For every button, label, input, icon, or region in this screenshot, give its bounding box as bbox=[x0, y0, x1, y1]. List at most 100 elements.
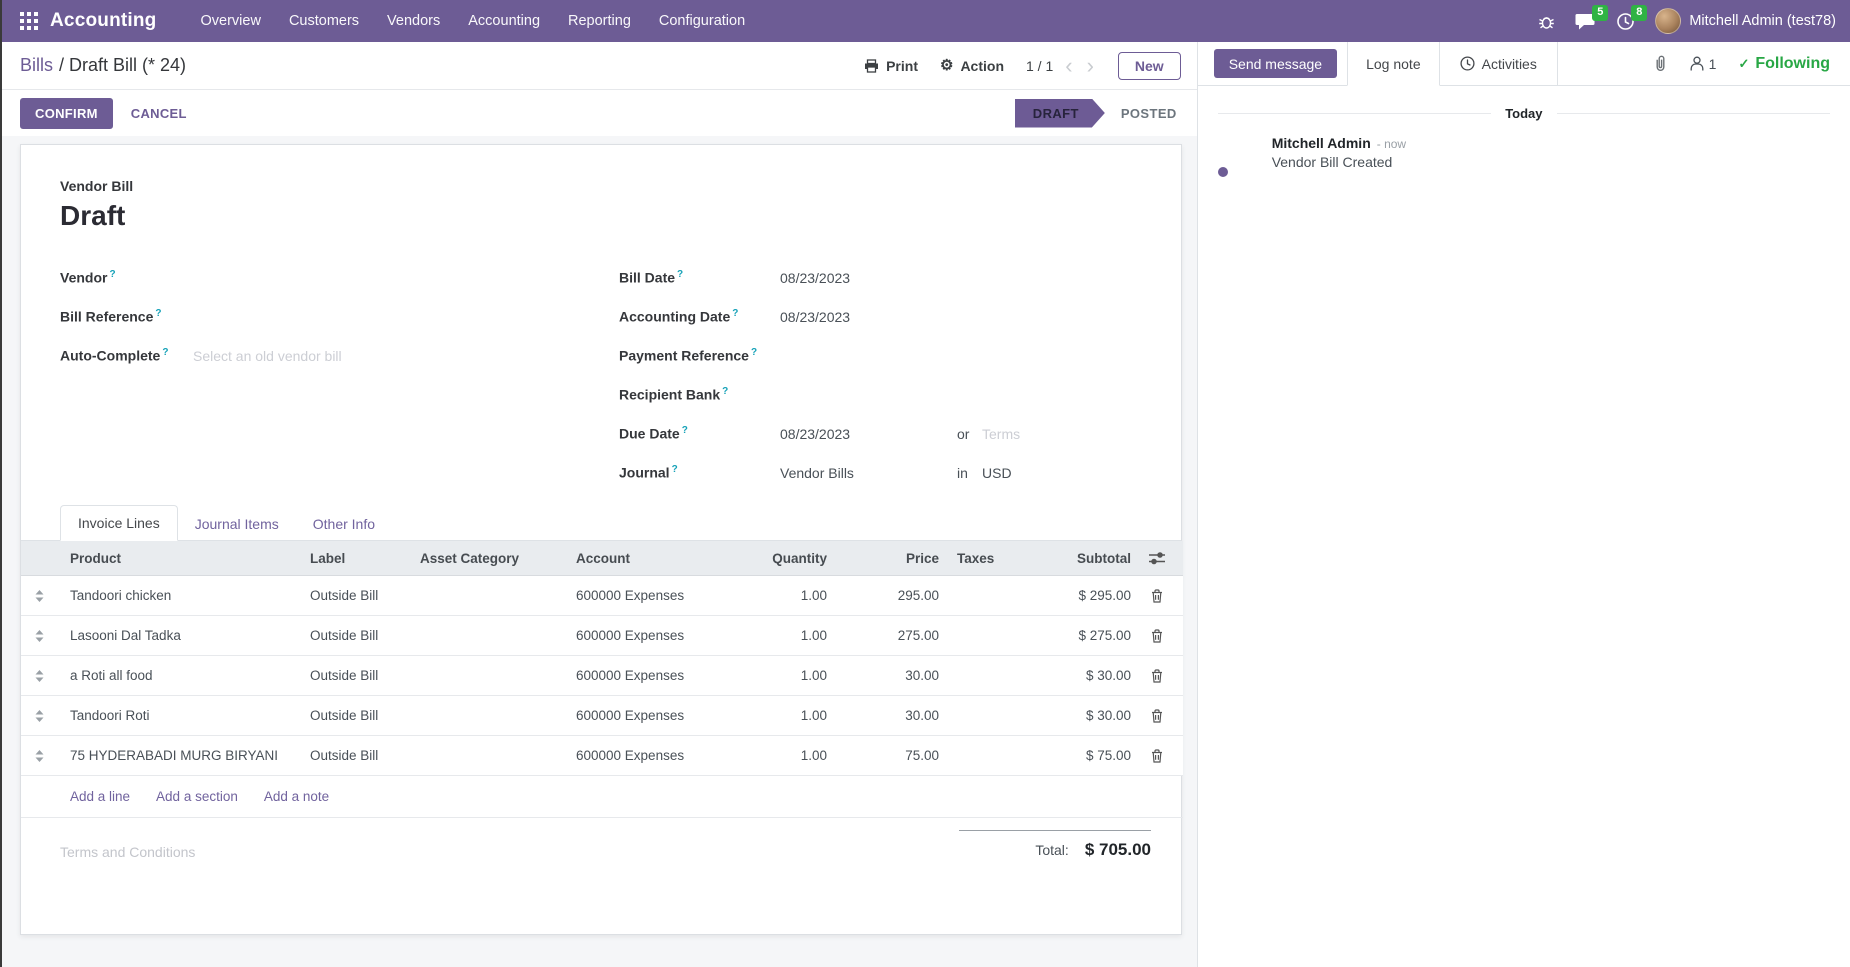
nav-item-configuration[interactable]: Configuration bbox=[645, 0, 759, 42]
delete-row-icon[interactable] bbox=[1131, 669, 1183, 683]
print-button[interactable]: Print bbox=[864, 58, 918, 74]
following-button[interactable]: ✓ Following bbox=[1738, 55, 1830, 73]
cell-account[interactable]: 600000 Expenses bbox=[576, 668, 726, 683]
help-icon[interactable]: ? bbox=[732, 308, 738, 319]
cell-product[interactable]: a Roti all food bbox=[58, 668, 310, 683]
col-product[interactable]: Product bbox=[58, 551, 310, 566]
table-row[interactable]: Tandoori Roti Outside Bill 600000 Expens… bbox=[21, 696, 1183, 736]
cell-product[interactable]: Tandoori chicken bbox=[58, 588, 310, 603]
cell-account[interactable]: 600000 Expenses bbox=[576, 628, 726, 643]
cell-price[interactable]: 75.00 bbox=[831, 748, 943, 763]
cell-quantity[interactable]: 1.00 bbox=[726, 628, 831, 643]
cell-product[interactable]: 75 HYDERABADI MURG BIRYANI bbox=[58, 748, 310, 763]
help-icon[interactable]: ? bbox=[162, 347, 168, 358]
col-quantity[interactable]: Quantity bbox=[726, 551, 831, 566]
apps-menu-icon[interactable] bbox=[8, 0, 50, 42]
action-button[interactable]: ⚙ Action bbox=[940, 58, 1004, 74]
cell-price[interactable]: 275.00 bbox=[831, 628, 943, 643]
nav-item-overview[interactable]: Overview bbox=[187, 0, 275, 42]
bill-date-field[interactable]: 08/23/2023 bbox=[780, 270, 957, 286]
cell-label[interactable]: Outside Bill bbox=[310, 668, 420, 683]
help-icon[interactable]: ? bbox=[109, 269, 115, 280]
col-label[interactable]: Label bbox=[310, 551, 420, 566]
journal-field[interactable]: Vendor Bills bbox=[780, 465, 957, 481]
cell-product[interactable]: Tandoori Roti bbox=[58, 708, 310, 723]
table-row[interactable]: a Roti all food Outside Bill 600000 Expe… bbox=[21, 656, 1183, 696]
log-note-tab[interactable]: Log note bbox=[1347, 42, 1440, 86]
message-author[interactable]: Mitchell Admin bbox=[1272, 135, 1371, 151]
cell-product[interactable]: Lasooni Dal Tadka bbox=[58, 628, 310, 643]
nav-item-customers[interactable]: Customers bbox=[275, 0, 373, 42]
new-button[interactable]: New bbox=[1118, 52, 1181, 80]
currency-field[interactable]: USD bbox=[982, 465, 1012, 481]
help-icon[interactable]: ? bbox=[751, 347, 757, 358]
col-asset-category[interactable]: Asset Category bbox=[420, 551, 576, 566]
activities-button[interactable]: Activities bbox=[1440, 42, 1558, 85]
cell-account[interactable]: 600000 Expenses bbox=[576, 748, 726, 763]
nav-item-reporting[interactable]: Reporting bbox=[554, 0, 645, 42]
cell-quantity[interactable]: 1.00 bbox=[726, 708, 831, 723]
cell-label[interactable]: Outside Bill bbox=[310, 588, 420, 603]
delete-row-icon[interactable] bbox=[1131, 589, 1183, 603]
pager-next-icon[interactable]: › bbox=[1085, 55, 1096, 77]
cell-label[interactable]: Outside Bill bbox=[310, 628, 420, 643]
table-row[interactable]: 75 HYDERABADI MURG BIRYANI Outside Bill … bbox=[21, 736, 1183, 776]
cell-quantity[interactable]: 1.00 bbox=[726, 588, 831, 603]
cell-price[interactable]: 30.00 bbox=[831, 668, 943, 683]
payment-terms-field[interactable] bbox=[982, 426, 1092, 442]
breadcrumb-bills-link[interactable]: Bills bbox=[20, 55, 53, 76]
cancel-button[interactable]: CANCEL bbox=[131, 106, 187, 121]
tab-invoice-lines[interactable]: Invoice Lines bbox=[60, 505, 178, 541]
auto-complete-field[interactable] bbox=[193, 348, 393, 364]
app-name[interactable]: Accounting bbox=[50, 10, 157, 32]
drag-handle-icon[interactable] bbox=[21, 710, 58, 722]
col-taxes[interactable]: Taxes bbox=[943, 551, 1033, 566]
help-icon[interactable]: ? bbox=[677, 269, 683, 280]
help-icon[interactable]: ? bbox=[155, 308, 161, 319]
send-message-button[interactable]: Send message bbox=[1214, 49, 1337, 78]
help-icon[interactable]: ? bbox=[672, 464, 678, 475]
delete-row-icon[interactable] bbox=[1131, 749, 1183, 763]
nav-item-accounting[interactable]: Accounting bbox=[454, 0, 554, 42]
drag-handle-icon[interactable] bbox=[21, 590, 58, 602]
followers-button[interactable]: 1 bbox=[1690, 56, 1717, 72]
cell-quantity[interactable]: 1.00 bbox=[726, 668, 831, 683]
cell-price[interactable]: 30.00 bbox=[831, 708, 943, 723]
chatter-message[interactable]: Mitchell Admin - now Vendor Bill Created bbox=[1218, 135, 1830, 177]
delete-row-icon[interactable] bbox=[1131, 709, 1183, 723]
recipient-bank-field[interactable] bbox=[780, 385, 980, 405]
payment-reference-field[interactable] bbox=[780, 346, 980, 366]
table-row[interactable]: Lasooni Dal Tadka Outside Bill 600000 Ex… bbox=[21, 616, 1183, 656]
cell-quantity[interactable]: 1.00 bbox=[726, 748, 831, 763]
col-price[interactable]: Price bbox=[831, 551, 943, 566]
optional-columns-icon[interactable] bbox=[1131, 552, 1183, 565]
cell-account[interactable]: 600000 Expenses bbox=[576, 708, 726, 723]
due-date-field[interactable]: 08/23/2023 bbox=[780, 426, 957, 442]
cell-label[interactable]: Outside Bill bbox=[310, 708, 420, 723]
cell-label[interactable]: Outside Bill bbox=[310, 748, 420, 763]
table-row[interactable]: Tandoori chicken Outside Bill 600000 Exp… bbox=[21, 576, 1183, 616]
add-a-section-link[interactable]: Add a section bbox=[156, 789, 238, 804]
pager-prev-icon[interactable]: ‹ bbox=[1063, 55, 1074, 77]
add-a-line-link[interactable]: Add a line bbox=[70, 789, 130, 804]
user-menu[interactable]: Mitchell Admin (test78) bbox=[1655, 8, 1836, 34]
bill-reference-field[interactable] bbox=[193, 307, 393, 327]
add-a-note-link[interactable]: Add a note bbox=[264, 789, 329, 804]
debug-bug-icon[interactable] bbox=[1538, 13, 1555, 30]
vendor-field[interactable] bbox=[193, 268, 393, 288]
status-posted[interactable]: POSTED bbox=[1105, 99, 1181, 128]
tab-journal-items[interactable]: Journal Items bbox=[178, 507, 296, 541]
tab-other-info[interactable]: Other Info bbox=[296, 507, 392, 541]
delete-row-icon[interactable] bbox=[1131, 629, 1183, 643]
attach-files-icon[interactable] bbox=[1653, 55, 1668, 72]
messages-icon[interactable]: 5 bbox=[1575, 12, 1596, 31]
drag-handle-icon[interactable] bbox=[21, 630, 58, 642]
confirm-button[interactable]: CONFIRM bbox=[20, 98, 113, 129]
activities-clock-icon[interactable]: 8 bbox=[1616, 12, 1635, 31]
col-account[interactable]: Account bbox=[576, 551, 726, 566]
cell-account[interactable]: 600000 Expenses bbox=[576, 588, 726, 603]
drag-handle-icon[interactable] bbox=[21, 750, 58, 762]
accounting-date-field[interactable]: 08/23/2023 bbox=[780, 309, 957, 325]
drag-handle-icon[interactable] bbox=[21, 670, 58, 682]
status-draft[interactable]: DRAFT bbox=[1015, 99, 1105, 128]
